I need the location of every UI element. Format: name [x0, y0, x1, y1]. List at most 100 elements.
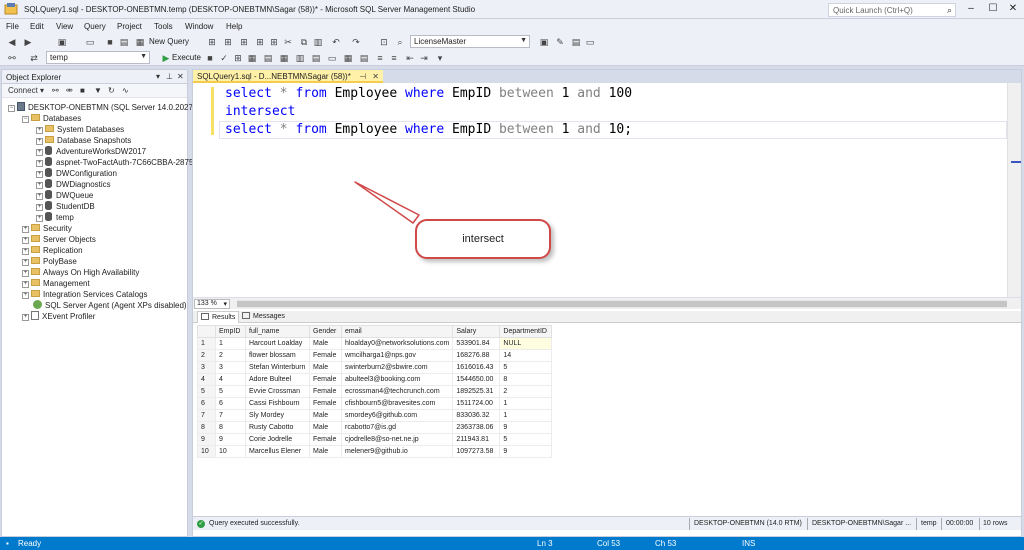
grid-cell[interactable]: 5	[499, 361, 553, 374]
grid-cell[interactable]: 168276.88	[452, 349, 501, 362]
connect-dropdown[interactable]: Connect	[8, 86, 38, 95]
expand-icon[interactable]: +	[22, 292, 29, 299]
execute-button[interactable]: Execute	[172, 53, 201, 62]
menu-help[interactable]: Help	[226, 22, 242, 31]
pin-icon[interactable]: ⊣	[359, 72, 366, 81]
expand-icon[interactable]: +	[22, 259, 29, 266]
menu-view[interactable]: View	[56, 22, 73, 31]
grid-cell[interactable]: 5	[215, 385, 246, 398]
connect-plug-icon[interactable]: ⚯	[52, 86, 59, 95]
parse-icon[interactable]: ✓	[218, 52, 230, 64]
tree-node-adventureworks[interactable]: + AdventureWorksDW2017	[36, 146, 146, 157]
client-stats-icon[interactable]: ▤	[310, 52, 322, 64]
grid-cell[interactable]: 4	[215, 373, 246, 386]
editor-horizontal-scrollbar[interactable]	[237, 300, 1007, 308]
chevron-down-icon[interactable]: ▾	[40, 86, 44, 95]
sql-editor[interactable]: select * from Employee where EmpID betwe…	[193, 83, 1021, 297]
grid-cell[interactable]: 1097273.58	[452, 445, 501, 458]
row-number-cell[interactable]: 4	[197, 373, 216, 386]
column-header[interactable]: Salary	[452, 325, 501, 338]
grid-cell[interactable]: 6	[215, 397, 246, 410]
grid-cell[interactable]: 2363738.06	[452, 421, 501, 434]
expand-icon[interactable]: +	[36, 160, 43, 167]
quick-launch-input[interactable]: Quick Launch (Ctrl+Q) ⌕	[828, 3, 956, 17]
tree-node-database-snapshots[interactable]: + Database Snapshots	[36, 135, 131, 146]
specify-values-icon[interactable]: ▾	[434, 52, 446, 64]
save-all-icon[interactable]: ▤	[118, 36, 130, 48]
undo-icon[interactable]: ↶	[330, 36, 342, 48]
close-panel-icon[interactable]: ✕	[177, 72, 184, 81]
table-row[interactable]: 4 4 Adore Bulteel Female abulteel3@booking.c…	[197, 373, 553, 386]
column-header[interactable]: full_name	[245, 325, 310, 338]
redo-icon[interactable]: ↷	[350, 36, 362, 48]
paste-icon[interactable]: ▥	[312, 36, 324, 48]
row-number-header[interactable]	[197, 325, 216, 338]
dax-query-icon[interactable]: ⊞	[268, 36, 280, 48]
expand-icon[interactable]: +	[36, 138, 43, 145]
grid-cell[interactable]: Male	[309, 409, 342, 422]
results-grid[interactable]: EmpID full_name Gender email Salary Depa…	[197, 325, 553, 458]
tree-node-polybase[interactable]: + PolyBase	[22, 256, 77, 267]
stop-icon[interactable]: ■	[80, 86, 85, 95]
table-row[interactable]: 2 2 flower blossam Female wmcilharga1@nps.go…	[197, 349, 553, 362]
grid-cell[interactable]: Stefan Winterburn	[245, 361, 310, 374]
expand-icon[interactable]: +	[22, 237, 29, 244]
table-row[interactable]: 3 3 Stefan Winterburn Male swinterburn2@sbwi…	[197, 361, 553, 374]
menu-query[interactable]: Query	[84, 22, 106, 31]
grid-cell[interactable]: 9	[215, 433, 246, 446]
grid-cell[interactable]: Corie Jodrelle	[245, 433, 310, 446]
expand-icon[interactable]: +	[22, 270, 29, 277]
expand-icon[interactable]: +	[36, 215, 43, 222]
intellisense-icon[interactable]: ▤	[262, 52, 274, 64]
copy-icon[interactable]: ⧉	[298, 36, 310, 48]
results-to-file-icon[interactable]: ▤	[358, 52, 370, 64]
collapse-icon[interactable]: −	[8, 105, 15, 112]
tree-node-always-on[interactable]: + Always On High Availability	[22, 267, 139, 278]
grid-cell[interactable]: NULL	[499, 337, 553, 350]
row-number-cell[interactable]: 1	[197, 337, 216, 350]
maximize-icon[interactable]: ☐	[982, 0, 1004, 18]
new-query-icon[interactable]: ▦	[134, 36, 146, 48]
database-combo[interactable]: temp ▼	[46, 51, 150, 64]
filter-icon[interactable]: ▼	[94, 86, 102, 95]
grid-cell[interactable]: 8	[215, 421, 246, 434]
comment-icon[interactable]: ≡	[374, 52, 386, 64]
expand-icon[interactable]: +	[36, 182, 43, 189]
column-header[interactable]: EmpID	[215, 325, 246, 338]
menu-edit[interactable]: Edit	[30, 22, 44, 31]
expand-icon[interactable]: +	[36, 193, 43, 200]
results-to-text-icon[interactable]: ▭	[326, 52, 338, 64]
menu-file[interactable]: File	[6, 22, 19, 31]
row-number-cell[interactable]: 10	[197, 445, 216, 458]
row-number-cell[interactable]: 7	[197, 409, 216, 422]
grid-cell[interactable]: wmcilharga1@nps.gov	[340, 349, 454, 362]
cut-icon[interactable]: ✂	[282, 36, 294, 48]
tree-node-dwconfiguration[interactable]: + DWConfiguration	[36, 168, 117, 179]
grid-cell[interactable]: 1511724.00	[452, 397, 501, 410]
activity-monitor-icon[interactable]: ∿	[122, 86, 129, 95]
grid-cell[interactable]: Male	[309, 445, 342, 458]
grid-cell[interactable]: 2	[499, 385, 553, 398]
decrease-indent-icon[interactable]: ⇤	[404, 52, 416, 64]
tree-node-dwqueue[interactable]: + DWQueue	[36, 190, 93, 201]
expand-icon[interactable]: +	[36, 127, 43, 134]
grid-cell[interactable]: 833036.32	[452, 409, 501, 422]
grid-cell[interactable]: Evvie Crossman	[245, 385, 310, 398]
save-icon[interactable]: ■	[104, 36, 116, 48]
grid-cell[interactable]: 1	[215, 337, 246, 350]
forward-icon[interactable]: ▶	[22, 36, 34, 48]
tree-node-aspnet[interactable]: + aspnet-TwoFactAuth-7C66CBBA-2875	[36, 157, 193, 168]
table-row[interactable]: 9 9 Corie Jodrelle Female cjodrelle8@so-net.…	[197, 433, 553, 446]
grid-cell[interactable]: melener9@github.io	[340, 445, 454, 458]
grid-cell[interactable]: 1892525.31	[452, 385, 501, 398]
table-row[interactable]: 6 6 Cassi Fishbourn Female cfishbourn5@brave…	[197, 397, 553, 410]
grid-cell[interactable]: Male	[309, 361, 342, 374]
grid-cell[interactable]: 9	[499, 445, 553, 458]
column-header[interactable]: email	[340, 325, 454, 338]
tab-results[interactable]: Results	[197, 311, 240, 323]
increase-indent-icon[interactable]: ⇥	[418, 52, 430, 64]
expand-icon[interactable]: +	[36, 171, 43, 178]
grid-cell[interactable]: Female	[309, 433, 342, 446]
expand-icon[interactable]: +	[36, 204, 43, 211]
execute-icon[interactable]: ▶	[160, 52, 172, 64]
